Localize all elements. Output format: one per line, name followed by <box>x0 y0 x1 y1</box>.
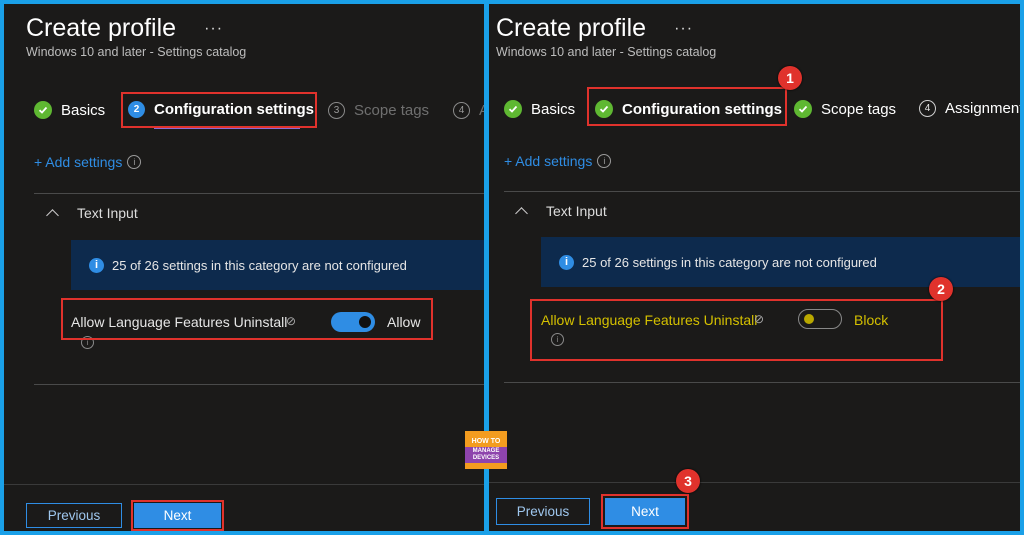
how-to-manage-devices-logo: HOW TO MANAGE DEVICES <box>465 431 507 469</box>
chevron-up-icon <box>46 208 59 222</box>
callout-badge-2: 2 <box>929 277 953 301</box>
info-icon: i <box>597 154 612 168</box>
more-options-icon[interactable]: ··· <box>674 20 693 38</box>
previous-button[interactable]: Previous <box>496 498 590 525</box>
check-icon <box>34 101 52 119</box>
footer-divider <box>4 484 484 485</box>
step-number-icon: 4 <box>919 100 936 117</box>
previous-button[interactable]: Previous <box>26 503 122 528</box>
callout-badge-3: 3 <box>676 469 700 493</box>
footer-divider <box>489 482 1020 483</box>
step-assignments[interactable]: 4 A <box>453 102 484 119</box>
add-settings-link[interactable]: + Add settings i <box>504 153 612 169</box>
step-number-icon: 4 <box>453 102 470 119</box>
divider <box>34 193 484 194</box>
page-title: Create profile ··· <box>26 14 224 42</box>
info-banner: i 25 of 26 settings in this category are… <box>71 240 484 290</box>
callout-badge-1: 1 <box>778 66 802 90</box>
section-header-text-input[interactable]: Text Input <box>46 205 138 222</box>
right-panel: Create profile ··· Windows 10 and later … <box>489 4 1020 531</box>
page-subtitle: Windows 10 and later - Settings catalog <box>496 45 717 59</box>
more-options-icon[interactable]: ··· <box>204 20 223 38</box>
section-header-text-input[interactable]: Text Input <box>515 203 607 220</box>
highlight-box <box>121 92 317 128</box>
highlight-box <box>587 87 787 126</box>
step-scope-tags[interactable]: 3 Scope tags <box>328 102 429 119</box>
step-scope-tags[interactable]: Scope tags <box>794 100 896 118</box>
check-icon <box>794 100 812 118</box>
highlight-box <box>601 494 689 529</box>
step-number-icon: 3 <box>328 102 345 119</box>
highlight-box <box>61 298 433 340</box>
highlight-box <box>131 500 224 531</box>
step-basics[interactable]: Basics <box>504 100 575 118</box>
info-icon: i <box>559 254 574 270</box>
step-basics[interactable]: Basics <box>34 101 105 119</box>
left-panel: Create profile ··· Windows 10 and later … <box>4 4 484 531</box>
add-settings-link[interactable]: + Add settings i <box>34 154 142 170</box>
info-icon: i <box>127 155 142 169</box>
divider <box>504 191 1020 192</box>
page-subtitle: Windows 10 and later - Settings catalog <box>26 45 247 59</box>
divider <box>34 384 484 385</box>
chevron-up-icon <box>515 206 528 220</box>
page-title: Create profile ··· <box>496 14 694 42</box>
step-assignments[interactable]: 4 Assignment <box>919 100 1020 117</box>
highlight-box <box>530 299 943 361</box>
divider <box>504 382 1020 383</box>
info-icon: i <box>89 257 104 273</box>
check-icon <box>504 100 522 118</box>
